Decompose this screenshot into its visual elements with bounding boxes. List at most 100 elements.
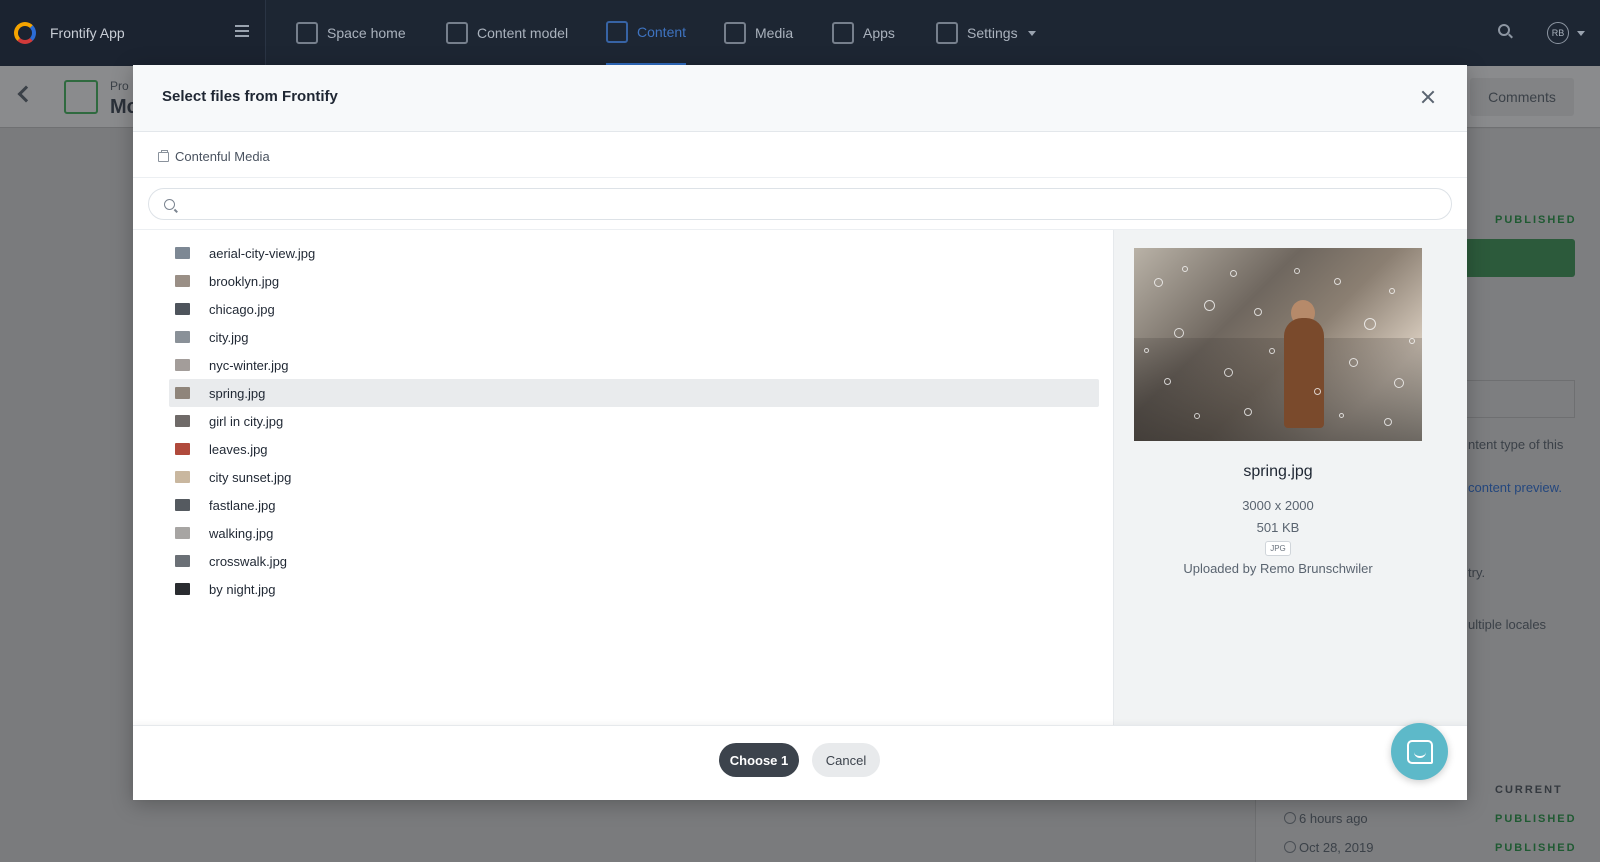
nav-settings[interactable]: Settings xyxy=(936,0,1036,66)
image-bubble xyxy=(1182,266,1188,272)
image-bubble xyxy=(1334,278,1341,285)
image-figure xyxy=(1284,318,1324,428)
nav-content[interactable]: Content xyxy=(606,0,687,66)
edit-icon xyxy=(606,20,628,43)
dialog-header: Select files from Frontify xyxy=(133,65,1467,132)
preview-type-wrap: JPG xyxy=(1114,541,1442,556)
file-thumbnail-icon xyxy=(175,247,190,259)
nav-space-home[interactable]: Space home xyxy=(296,0,406,66)
nav-label: Content model xyxy=(477,25,569,41)
nav-media[interactable]: Media xyxy=(724,0,793,66)
version-status: PUBLISHED xyxy=(1495,842,1577,854)
image-bubble xyxy=(1364,318,1376,330)
file-list-item[interactable]: city.jpg xyxy=(169,323,1099,351)
close-icon[interactable] xyxy=(1420,89,1436,105)
image-bubble xyxy=(1164,378,1171,385)
image-bubble xyxy=(1224,368,1233,377)
file-list-item[interactable]: fastlane.jpg xyxy=(169,491,1099,519)
nav-label: Content xyxy=(637,23,687,40)
image-bubble xyxy=(1254,308,1262,316)
choose-button[interactable]: Choose 1 xyxy=(719,743,799,777)
file-thumbnail-icon xyxy=(175,303,190,315)
app-switcher[interactable]: Frontify App xyxy=(0,0,266,66)
app-name: Frontify App xyxy=(50,25,125,41)
comments-button[interactable]: Comments xyxy=(1470,78,1574,116)
user-avatar[interactable]: RB xyxy=(1547,22,1569,44)
file-name: girl in city.jpg xyxy=(209,413,284,429)
file-name: brooklyn.jpg xyxy=(209,273,280,289)
file-name: spring.jpg xyxy=(209,385,266,401)
locales-select[interactable]: ultiple locales xyxy=(1468,617,1546,632)
file-thumbnail-icon xyxy=(175,583,190,595)
chevron-down-icon[interactable] xyxy=(1577,31,1585,36)
nav-label: Settings xyxy=(967,25,1018,41)
entry-type-icon xyxy=(64,80,98,114)
file-list-item[interactable]: walking.jpg xyxy=(169,519,1099,547)
image-icon xyxy=(724,22,746,44)
radio-icon xyxy=(1284,841,1296,853)
image-bubble xyxy=(1314,388,1321,395)
file-thumbnail-icon xyxy=(175,275,190,287)
sidebar-text: ntent type of this xyxy=(1468,437,1564,452)
file-list: aerial-city-view.jpg brooklyn.jpg chicago.… xyxy=(169,239,1099,603)
preview-uploader: Uploaded by Remo Brunschwiler xyxy=(1183,561,1373,576)
file-name: nyc-winter.jpg xyxy=(209,357,289,373)
search-input[interactable] xyxy=(185,189,1435,219)
file-list-item[interactable]: city sunset.jpg xyxy=(169,463,1099,491)
file-thumbnail-icon xyxy=(175,387,190,399)
file-list-item[interactable]: brooklyn.jpg xyxy=(169,267,1099,295)
library-icon xyxy=(158,149,169,162)
preview-image xyxy=(1134,248,1422,441)
image-bubble xyxy=(1349,358,1358,367)
image-bubble xyxy=(1394,378,1404,388)
nav-apps[interactable]: Apps xyxy=(832,0,895,66)
preview-dimensions: 3000 x 2000 xyxy=(1242,498,1314,513)
file-name: walking.jpg xyxy=(209,525,274,541)
cube-icon xyxy=(446,22,468,44)
file-list-item[interactable]: nyc-winter.jpg xyxy=(169,351,1099,379)
file-thumbnail-icon xyxy=(175,471,190,483)
file-list-item[interactable]: girl in city.jpg xyxy=(169,407,1099,435)
file-thumbnail-icon xyxy=(175,359,190,371)
file-name: crosswalk.jpg xyxy=(209,553,288,569)
version-status: PUBLISHED xyxy=(1495,813,1577,825)
search-icon xyxy=(164,199,175,210)
nav-content-model[interactable]: Content model xyxy=(446,0,568,66)
file-name: aerial-city-view.jpg xyxy=(209,245,316,261)
entry-content-type: Pro xyxy=(110,79,129,93)
file-name: city sunset.jpg xyxy=(209,469,292,485)
file-list-item[interactable]: by night.jpg xyxy=(169,575,1099,603)
file-list-item[interactable]: spring.jpg xyxy=(169,379,1099,407)
image-bubble xyxy=(1384,418,1392,426)
file-list-item[interactable]: aerial-city-view.jpg xyxy=(169,239,1099,267)
file-list-item[interactable]: crosswalk.jpg xyxy=(169,547,1099,575)
radio-icon xyxy=(1284,812,1296,824)
hamburger-menu-icon[interactable] xyxy=(235,25,249,37)
status-label: PUBLISHED xyxy=(1495,214,1577,226)
file-list-item[interactable]: chicago.jpg xyxy=(169,295,1099,323)
gear-icon xyxy=(936,22,958,44)
file-list-item[interactable]: leaves.jpg xyxy=(169,435,1099,463)
image-bubble xyxy=(1174,328,1184,338)
image-bubble xyxy=(1204,300,1215,311)
version-item[interactable]: 6 hours ago xyxy=(1284,811,1368,826)
breadcrumb-library: Contenful Media xyxy=(175,149,270,164)
chat-launcher[interactable] xyxy=(1391,723,1448,780)
search-icon[interactable] xyxy=(1498,24,1510,36)
image-bubble xyxy=(1144,348,1149,353)
search-field[interactable] xyxy=(148,188,1452,220)
file-thumbnail-icon xyxy=(175,527,190,539)
divider xyxy=(133,177,1467,178)
file-type-badge: JPG xyxy=(1265,541,1291,556)
chat-icon xyxy=(1406,739,1433,764)
image-bubble xyxy=(1230,270,1237,277)
file-thumbnail-icon xyxy=(175,415,190,427)
breadcrumb[interactable]: Contenful Media xyxy=(158,149,270,164)
image-bubble xyxy=(1154,278,1163,287)
nav-label: Space home xyxy=(327,25,406,41)
version-item[interactable]: Oct 28, 2019 xyxy=(1284,840,1373,855)
content-preview-link[interactable]: content preview. xyxy=(1468,480,1562,495)
chevron-down-icon xyxy=(1027,30,1036,36)
cancel-button[interactable]: Cancel xyxy=(812,743,880,777)
file-thumbnail-icon xyxy=(175,499,190,511)
